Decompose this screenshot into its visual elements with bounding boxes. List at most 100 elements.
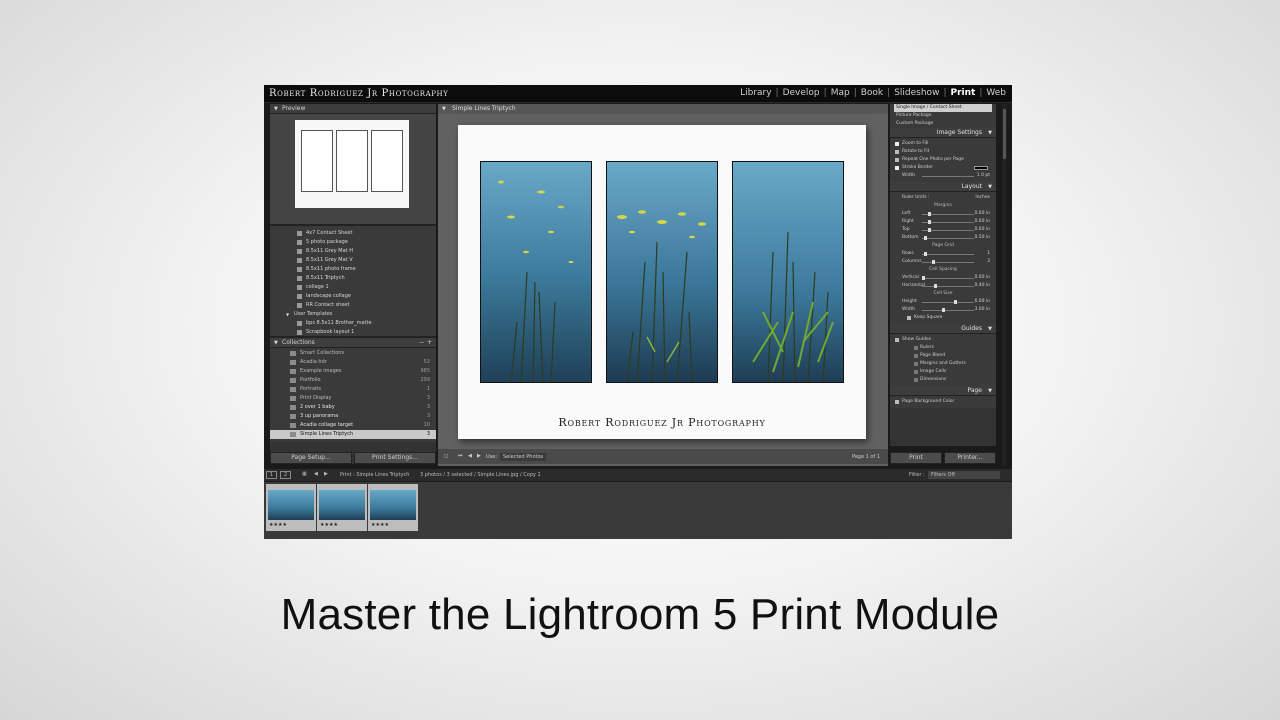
- checkbox[interactable]: [895, 400, 899, 404]
- slider-knob[interactable]: [954, 300, 957, 304]
- layout-style-option[interactable]: Custom Package: [894, 120, 992, 128]
- page-header[interactable]: Page ▼: [890, 386, 996, 396]
- image-setting-option[interactable]: Rotate to Fit: [894, 148, 992, 156]
- slider-track[interactable]: [922, 254, 974, 255]
- template-folder[interactable]: ▼ User Templates: [270, 310, 436, 319]
- keep-square-option[interactable]: Keep Square: [894, 314, 992, 322]
- guide-option[interactable]: Dimensions: [894, 376, 992, 384]
- view-1-button[interactable]: 1: [266, 471, 277, 479]
- guides-header[interactable]: Guides ▼: [890, 324, 996, 334]
- prev-page-icon[interactable]: ◀: [468, 453, 472, 459]
- collection-item[interactable]: Smart Collections: [270, 349, 436, 358]
- collection-item[interactable]: Print Display 3: [270, 394, 436, 403]
- filter-select[interactable]: Filters Off: [928, 471, 1000, 479]
- module-map[interactable]: Map: [831, 88, 850, 98]
- page-grid-slider[interactable]: Rows 1: [894, 250, 992, 258]
- slider-knob[interactable]: [924, 236, 927, 240]
- collection-item[interactable]: Example images 985: [270, 367, 436, 376]
- template-item[interactable]: 8.5x11 Grey Mat H: [270, 247, 436, 256]
- margin-slider[interactable]: Top 0.60 in: [894, 226, 992, 234]
- slider-knob[interactable]: [928, 228, 931, 232]
- module-develop[interactable]: Develop: [783, 88, 820, 98]
- checkbox[interactable]: [895, 158, 899, 162]
- layout-header[interactable]: Layout ▼: [890, 182, 996, 192]
- template-item[interactable]: 8.5x11 Triptych: [270, 274, 436, 283]
- checkbox[interactable]: [907, 316, 911, 320]
- preview-panel-header[interactable]: ▼ Preview: [270, 104, 436, 114]
- checkbox-checked[interactable]: [914, 378, 918, 382]
- photo-cell-1[interactable]: [480, 161, 592, 383]
- page-grid-slider[interactable]: Columns 3: [894, 258, 992, 266]
- cell-size-slider[interactable]: Width 3.00 in: [894, 306, 992, 314]
- module-book[interactable]: Book: [861, 88, 883, 98]
- print-button[interactable]: Print: [890, 452, 942, 464]
- slider-knob[interactable]: [942, 308, 945, 312]
- collection-item[interactable]: Acadia collage target 10: [270, 421, 436, 430]
- margin-slider[interactable]: Right 0.60 in: [894, 218, 992, 226]
- checkbox-checked[interactable]: [914, 354, 918, 358]
- slider-knob[interactable]: [928, 212, 931, 216]
- filmstrip-thumbnail[interactable]: ★★★★: [266, 484, 316, 531]
- ruler-units-row[interactable]: Ruler Units : Inches: [894, 194, 992, 202]
- checkbox-checked[interactable]: [895, 142, 899, 146]
- layout-style-option[interactable]: Picture Package: [894, 112, 992, 120]
- stroke-color-swatch[interactable]: [974, 166, 988, 170]
- print-settings-button[interactable]: Print Settings...: [354, 452, 436, 464]
- slider-knob[interactable]: [924, 252, 927, 256]
- page-bg-color-option[interactable]: Page Background Color: [894, 398, 992, 406]
- right-scrollbar[interactable]: [1002, 104, 1007, 466]
- first-page-icon[interactable]: ⏮: [458, 453, 463, 459]
- slider-track[interactable]: [922, 262, 974, 263]
- scrollbar-thumb[interactable]: [1003, 109, 1006, 159]
- module-web[interactable]: Web: [986, 88, 1006, 98]
- plus-icon[interactable]: +: [427, 338, 432, 348]
- template-item[interactable]: landscape collage: [270, 292, 436, 301]
- template-item[interactable]: 8.5x11 Grey Mat V: [270, 256, 436, 265]
- forward-icon[interactable]: ▶: [324, 471, 328, 477]
- use-selector[interactable]: Selected Photos: [500, 453, 547, 461]
- template-item[interactable]: bps 8.5x11 Brother_matte: [270, 319, 436, 328]
- collections-panel-header[interactable]: ▼ Collections − +: [270, 338, 436, 348]
- slider-knob[interactable]: [928, 220, 931, 224]
- image-setting-option[interactable]: Zoom to Fill: [894, 140, 992, 148]
- stroke-width-slider[interactable]: Width 1.0 pt: [894, 172, 992, 180]
- filmstrip-thumbnail[interactable]: ★★★★: [368, 484, 418, 531]
- star-rating[interactable]: ★★★★: [320, 522, 338, 528]
- module-slideshow[interactable]: Slideshow: [894, 88, 939, 98]
- collection-item[interactable]: 3 up panorama 3: [270, 412, 436, 421]
- star-rating[interactable]: ★★★★: [269, 522, 287, 528]
- checkbox[interactable]: [895, 338, 899, 342]
- ruler-units-value[interactable]: Inches: [975, 194, 990, 202]
- view-2-button[interactable]: 2: [280, 471, 291, 479]
- guide-option[interactable]: Margins and Gutters: [894, 360, 992, 368]
- guide-option[interactable]: Show Guides: [894, 336, 992, 344]
- image-settings-header[interactable]: Image Settings ▼: [890, 128, 996, 138]
- template-item[interactable]: 5 photo package: [270, 238, 436, 247]
- template-item[interactable]: collage 1: [270, 283, 436, 292]
- stop-icon[interactable]: ◻: [444, 453, 448, 459]
- collection-item[interactable]: Acadia hdr 52: [270, 358, 436, 367]
- checkbox-checked[interactable]: [914, 346, 918, 350]
- back-icon[interactable]: ◀: [314, 471, 318, 477]
- checkbox-checked[interactable]: [914, 362, 918, 366]
- template-item[interactable]: RR Contact sheet: [270, 301, 436, 310]
- module-library[interactable]: Library: [740, 88, 771, 98]
- page-setup-button[interactable]: Page Setup...: [270, 452, 352, 464]
- margin-slider[interactable]: Bottom 0.50 in: [894, 234, 992, 242]
- checkbox-checked[interactable]: [895, 166, 899, 170]
- slider-track[interactable]: [922, 286, 974, 287]
- star-rating[interactable]: ★★★★: [371, 522, 389, 528]
- photo-cell-2[interactable]: [606, 161, 718, 383]
- cell-spacing-slider[interactable]: Vertical 0.00 in: [894, 274, 992, 282]
- printer-button[interactable]: Printer...: [944, 452, 996, 464]
- slider-track[interactable]: [922, 310, 974, 311]
- layout-style-option[interactable]: Single Image / Contact Sheet: [894, 104, 992, 112]
- filmstrip-thumbnail[interactable]: ★★★★: [317, 484, 367, 531]
- slider-track[interactable]: [922, 238, 974, 239]
- slider-knob[interactable]: [922, 276, 925, 280]
- image-setting-option[interactable]: Stroke Border: [894, 164, 992, 172]
- slider-track[interactable]: [922, 302, 974, 303]
- collection-item[interactable]: 2 over 1 baby 3: [270, 403, 436, 412]
- slider-track[interactable]: [922, 278, 974, 279]
- next-page-icon[interactable]: ▶: [477, 453, 481, 459]
